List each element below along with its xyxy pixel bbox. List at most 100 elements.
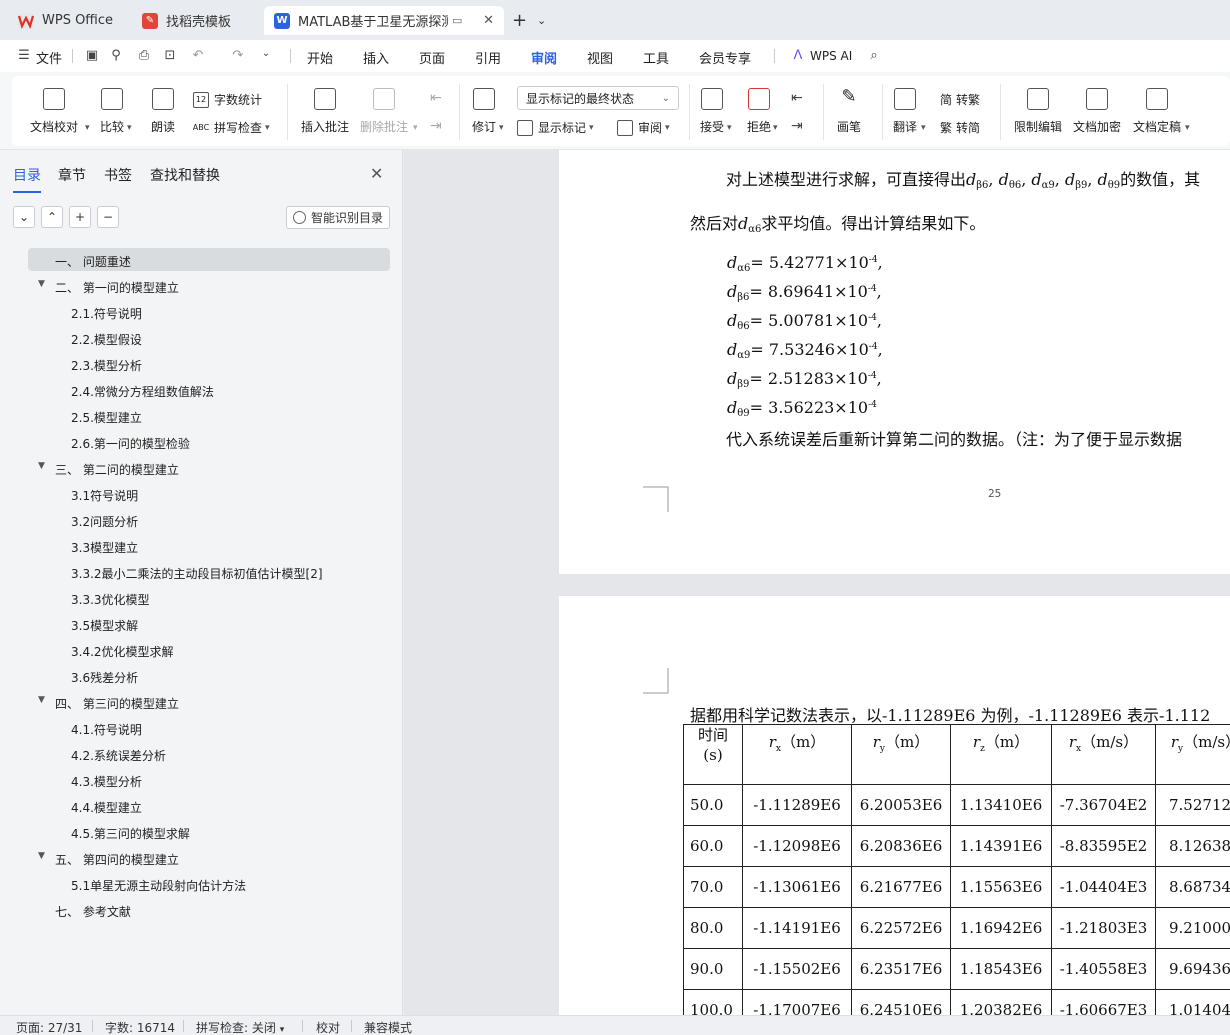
toc-item[interactable]: 3.6残差分析 bbox=[71, 669, 138, 686]
redo-icon[interactable]: ↷ bbox=[230, 48, 246, 64]
translate-button[interactable]: 翻译 bbox=[893, 88, 917, 135]
proofread-button[interactable]: 文档校对 bbox=[30, 88, 78, 135]
previous-change-icon[interactable]: ⇤ bbox=[791, 90, 803, 106]
spell-check-button[interactable]: ABC 拼写检查 ▾ bbox=[193, 119, 270, 136]
toc-item[interactable]: 4.4.模型建立 bbox=[71, 799, 142, 816]
menu-file[interactable]: 文件 bbox=[36, 48, 62, 67]
document-canvas[interactable]: 对上述模型进行求解，可直接得出dβ6, dθ6, dα9, dβ9, dθ9的数… bbox=[404, 150, 1230, 1015]
table-cell: -1.60667E3 bbox=[1051, 989, 1156, 1015]
menu-home[interactable]: 开始 bbox=[307, 48, 333, 67]
paragraph: 据都用科学记数法表示，以-1.11289E6 为例，-1.11289E6 表示-… bbox=[690, 706, 1211, 725]
proofread-indicator[interactable]: 校对 bbox=[316, 1019, 340, 1035]
toc-item[interactable]: 3.1符号说明 bbox=[71, 487, 138, 504]
toc-item[interactable]: 3.3.2最小二乘法的主动段目标初值估计模型[2] bbox=[71, 565, 323, 582]
hamburger-icon[interactable]: ☰ bbox=[16, 48, 32, 64]
read-aloud-button[interactable]: 朗读 bbox=[151, 88, 175, 135]
toc-item[interactable]: 七、 参考文献 bbox=[55, 903, 131, 920]
toc-item[interactable]: 2.2.模型假设 bbox=[71, 331, 142, 348]
print-icon[interactable]: ⎙ bbox=[136, 48, 152, 64]
toc-item[interactable]: 4.5.第三问的模型求解 bbox=[71, 825, 190, 842]
menu-wps-ai[interactable]: WPS AI bbox=[810, 49, 852, 63]
tab-template-store[interactable]: ✎ 找稻壳模板 bbox=[132, 6, 256, 35]
to-simplified-button[interactable]: 繁 转简 bbox=[940, 119, 980, 136]
chevron-down-icon[interactable]: ⌄ bbox=[258, 48, 274, 64]
toc-item[interactable]: 2.6.第一问的模型检验 bbox=[71, 435, 190, 452]
tab-wps-office[interactable]: WPS Office bbox=[8, 6, 124, 35]
remove-heading-button[interactable]: − bbox=[97, 206, 119, 228]
reject-button[interactable]: 拒绝 bbox=[747, 88, 771, 135]
smart-toc-button[interactable]: 智能识别目录 bbox=[286, 206, 390, 229]
menu-review[interactable]: 审阅 bbox=[531, 48, 558, 75]
page-indicator[interactable]: 页面: 27/31 bbox=[16, 1019, 82, 1035]
show-marks-button[interactable]: 显示标记 ▾ bbox=[517, 119, 594, 136]
collapse-down-button[interactable]: ⌄ bbox=[13, 206, 35, 228]
toc-item[interactable]: 2.3.模型分析 bbox=[71, 357, 142, 374]
nav-tab-chapters[interactable]: 章节 bbox=[58, 165, 86, 185]
pen-button[interactable]: ✎ 画笔 bbox=[837, 88, 861, 135]
accept-button[interactable]: 接受 bbox=[700, 88, 724, 135]
toc-item[interactable]: ▼ 五、 第四问的模型建立 bbox=[38, 851, 179, 868]
menu-insert[interactable]: 插入 bbox=[363, 48, 389, 67]
menu-references[interactable]: 引用 bbox=[475, 48, 501, 67]
collapse-up-button[interactable]: ⌃ bbox=[41, 206, 63, 228]
revise-button[interactable]: 修订 bbox=[472, 88, 496, 135]
word-count-indicator[interactable]: 字数: 16714 bbox=[105, 1019, 175, 1035]
menu-member[interactable]: 会员专享 bbox=[699, 48, 751, 67]
toc-item[interactable]: 一、 问题重述 bbox=[55, 253, 131, 270]
previous-comment-icon[interactable]: ⇤ bbox=[430, 90, 442, 106]
new-tab-button[interactable]: + bbox=[512, 10, 527, 31]
insert-comment-button[interactable]: 插入批注 bbox=[301, 88, 349, 135]
markup-state-select[interactable]: 显示标记的最终状态 ⌄ bbox=[517, 86, 679, 110]
share-icon[interactable]: ⚲ bbox=[108, 48, 124, 64]
caret-down-icon[interactable]: ▼ bbox=[38, 695, 45, 705]
close-icon[interactable]: ✕ bbox=[483, 13, 494, 28]
toc-item[interactable]: 3.3模型建立 bbox=[71, 539, 138, 556]
toc-item[interactable]: 4.2.系统误差分析 bbox=[71, 747, 166, 764]
button-label: 字数统计 bbox=[214, 93, 263, 107]
button-label: 画笔 bbox=[837, 120, 862, 134]
to-traditional-button[interactable]: 简 转繁 bbox=[940, 91, 980, 108]
save-icon[interactable]: ▣ bbox=[84, 48, 100, 64]
next-change-icon[interactable]: ⇥ bbox=[791, 118, 803, 134]
finalize-button[interactable]: 文档定稿 bbox=[1133, 88, 1181, 135]
toc-item[interactable]: ▼ 二、 第一问的模型建立 bbox=[38, 279, 179, 296]
search-icon[interactable]: ⌕ bbox=[866, 48, 882, 64]
toc-item[interactable]: 3.3.3优化模型 bbox=[71, 591, 150, 608]
nav-tab-bookmarks[interactable]: 书签 bbox=[104, 165, 132, 185]
print-preview-icon[interactable]: ⊡ bbox=[162, 48, 178, 64]
wps-ai-icon[interactable]: ᐱ bbox=[790, 48, 806, 64]
caret-down-icon[interactable]: ▼ bbox=[38, 461, 45, 471]
add-heading-button[interactable]: + bbox=[69, 206, 91, 228]
next-comment-icon[interactable]: ⇥ bbox=[430, 118, 442, 134]
toc-item[interactable]: 3.5模型求解 bbox=[71, 617, 138, 634]
encrypt-button[interactable]: 文档加密 bbox=[1073, 88, 1121, 135]
word-count-button[interactable]: 12 字数统计 bbox=[193, 91, 262, 108]
menu-page[interactable]: 页面 bbox=[419, 48, 445, 67]
toc-item[interactable]: 4.3.模型分析 bbox=[71, 773, 142, 790]
toc-item[interactable]: 2.5.模型建立 bbox=[71, 409, 142, 426]
toc-item[interactable]: 3.4.2优化模型求解 bbox=[71, 643, 174, 660]
review-pane-button[interactable]: 审阅 ▾ bbox=[617, 119, 670, 136]
toc-item[interactable]: 2.1.符号说明 bbox=[71, 305, 142, 322]
menu-view[interactable]: 视图 bbox=[587, 48, 613, 67]
toc-item[interactable]: ▼ 四、 第三问的模型建立 bbox=[38, 695, 179, 712]
caret-down-icon[interactable]: ▼ bbox=[38, 851, 45, 861]
nav-tab-find-replace[interactable]: 查找和替换 bbox=[150, 165, 220, 185]
spell-check-indicator[interactable]: 拼写检查: 关闭 ▾ bbox=[196, 1019, 284, 1035]
toc-item[interactable]: 3.2问题分析 bbox=[71, 513, 138, 530]
toc-item[interactable]: 4.1.符号说明 bbox=[71, 721, 142, 738]
caret-down-icon[interactable]: ▼ bbox=[38, 279, 45, 289]
toc-item[interactable]: 5.1单星无源主动段射向估计方法 bbox=[71, 877, 246, 894]
chevron-down-icon[interactable]: ⌄ bbox=[537, 14, 546, 27]
menu-tools[interactable]: 工具 bbox=[643, 48, 669, 67]
undo-icon[interactable]: ↶ bbox=[190, 48, 206, 64]
nav-tab-toc[interactable]: 目录 bbox=[13, 165, 41, 193]
delete-comment-button[interactable]: 删除批注 bbox=[360, 88, 408, 135]
compare-button[interactable]: 比较 bbox=[100, 88, 124, 135]
toc-item[interactable]: 2.4.常微分方程组数值解法 bbox=[71, 383, 214, 400]
tab-current-document[interactable]: W MATLAB基于卫星无源探测的 ▭ ✕ bbox=[264, 6, 504, 35]
close-icon[interactable]: ✕ bbox=[370, 164, 383, 183]
toc-item[interactable]: ▼ 三、 第二问的模型建立 bbox=[38, 461, 179, 478]
restrict-edit-button[interactable]: 限制编辑 bbox=[1014, 88, 1062, 135]
table-cell: -1.12098E6 bbox=[742, 825, 852, 867]
